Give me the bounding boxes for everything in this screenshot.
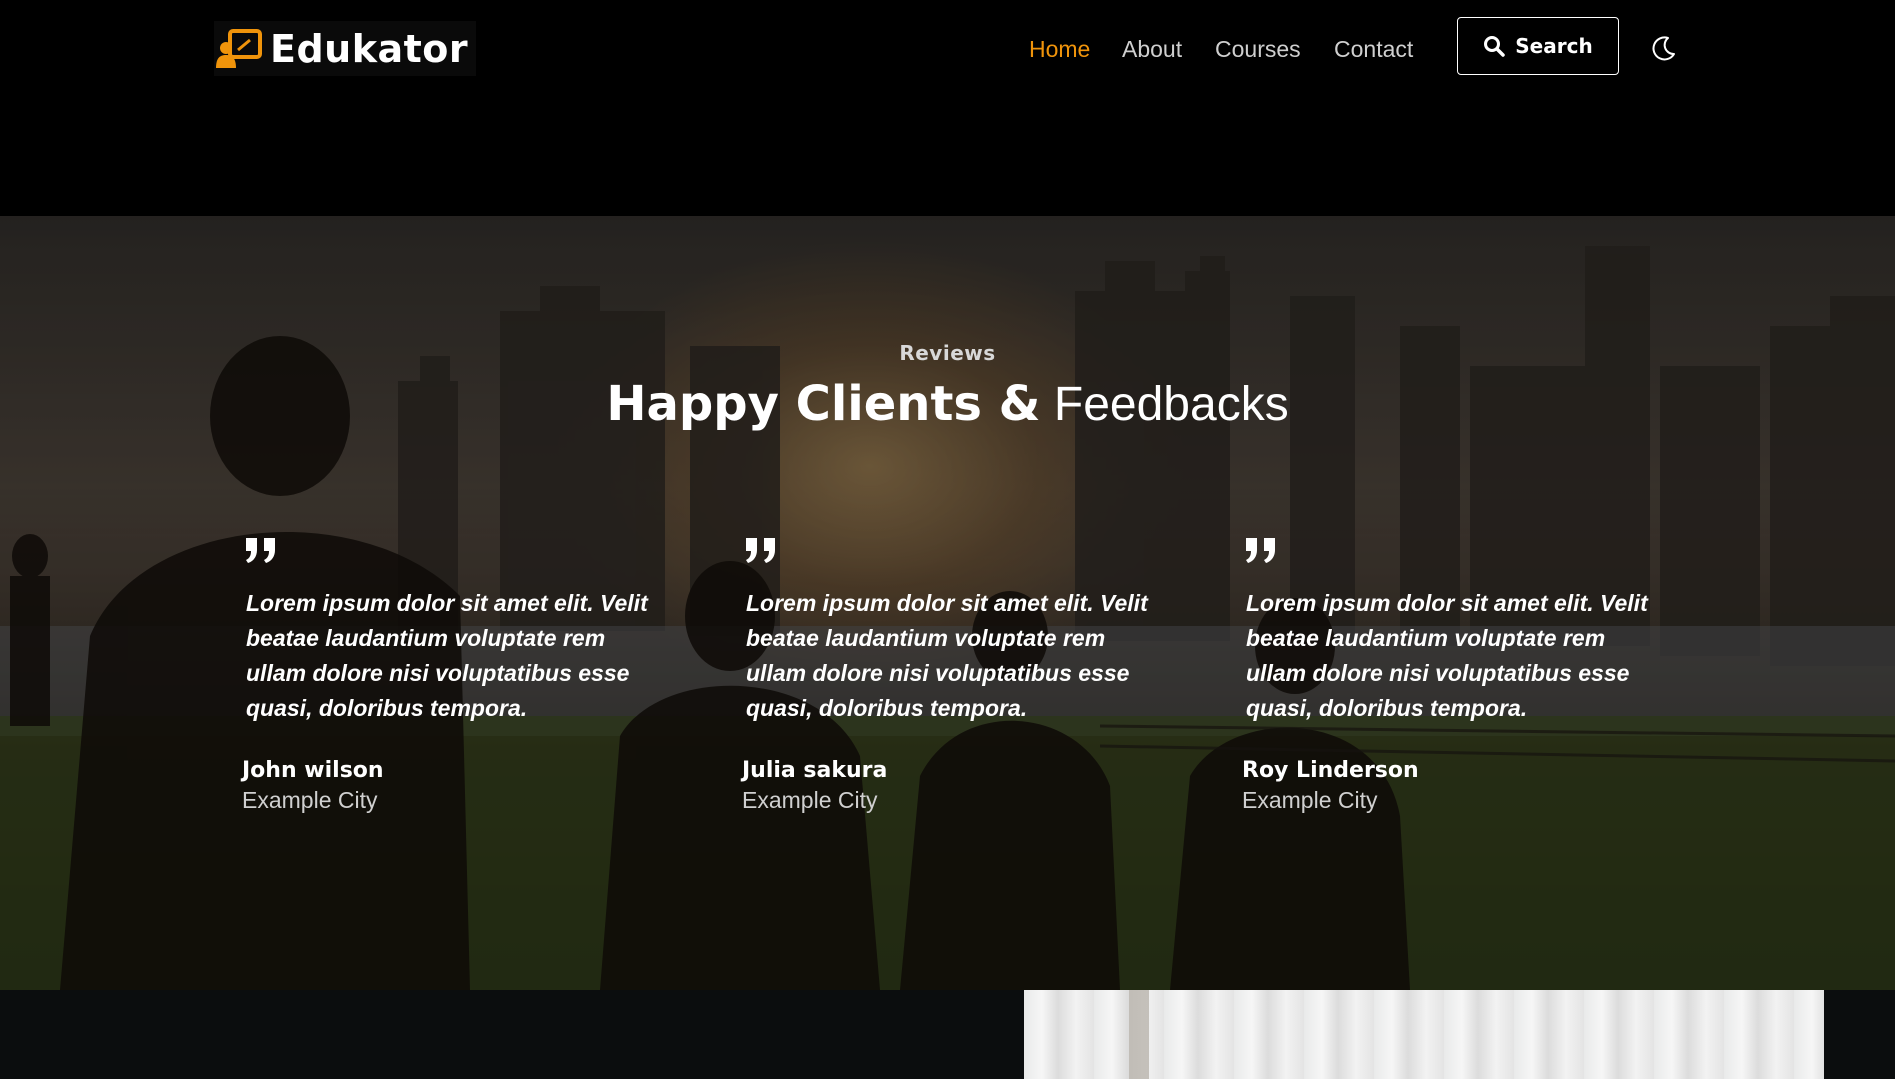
nav-contact[interactable]: Contact (1334, 36, 1413, 63)
search-icon (1484, 36, 1506, 57)
nav-about[interactable]: About (1122, 36, 1182, 63)
quote-icon (246, 538, 275, 563)
heading-light-part: Feedbacks (1053, 378, 1289, 431)
window-frame (1129, 990, 1149, 1079)
review-city: Example City (1242, 787, 1378, 813)
next-section (0, 990, 1895, 1079)
review-author: John wilson (242, 758, 384, 783)
quote-icon (746, 538, 775, 563)
review-card: Lorem ipsum dolor sit amet elit. Velit b… (242, 536, 662, 814)
logo[interactable]: Edukator (214, 21, 477, 76)
review-author: Julia sakura (742, 758, 888, 783)
heading-bold-part: Happy Clients & (606, 376, 1041, 432)
review-text: Lorem ipsum dolor sit amet elit. Velit b… (1246, 590, 1648, 721)
logo-text: Edukator (270, 26, 469, 71)
review-card: Lorem ipsum dolor sit amet elit. Velit b… (1242, 536, 1662, 814)
section-heading: Happy Clients & Feedbacks (0, 376, 1895, 432)
reviews-section: Reviews Happy Clients & Feedbacks Lorem … (0, 216, 1895, 990)
teacher-board-logo-icon (216, 28, 262, 68)
review-text: Lorem ipsum dolor sit amet elit. Velit b… (246, 590, 648, 721)
review-city: Example City (242, 787, 378, 813)
curtain-image (1024, 990, 1824, 1079)
quote-icon (1246, 538, 1275, 563)
nav-home[interactable]: Home (1029, 36, 1090, 63)
review-author: Roy Linderson (1242, 758, 1419, 783)
navbar: Edukator Home About Courses Contact Sear… (0, 0, 1895, 216)
review-card: Lorem ipsum dolor sit amet elit. Velit b… (742, 536, 1162, 814)
search-button[interactable]: Search (1457, 17, 1619, 75)
moon-icon[interactable] (1648, 34, 1678, 64)
search-button-label: Search (1515, 34, 1593, 58)
nav-courses[interactable]: Courses (1215, 36, 1301, 63)
section-eyebrow: Reviews (899, 341, 996, 365)
review-text: Lorem ipsum dolor sit amet elit. Velit b… (746, 590, 1148, 721)
review-city: Example City (742, 787, 878, 813)
